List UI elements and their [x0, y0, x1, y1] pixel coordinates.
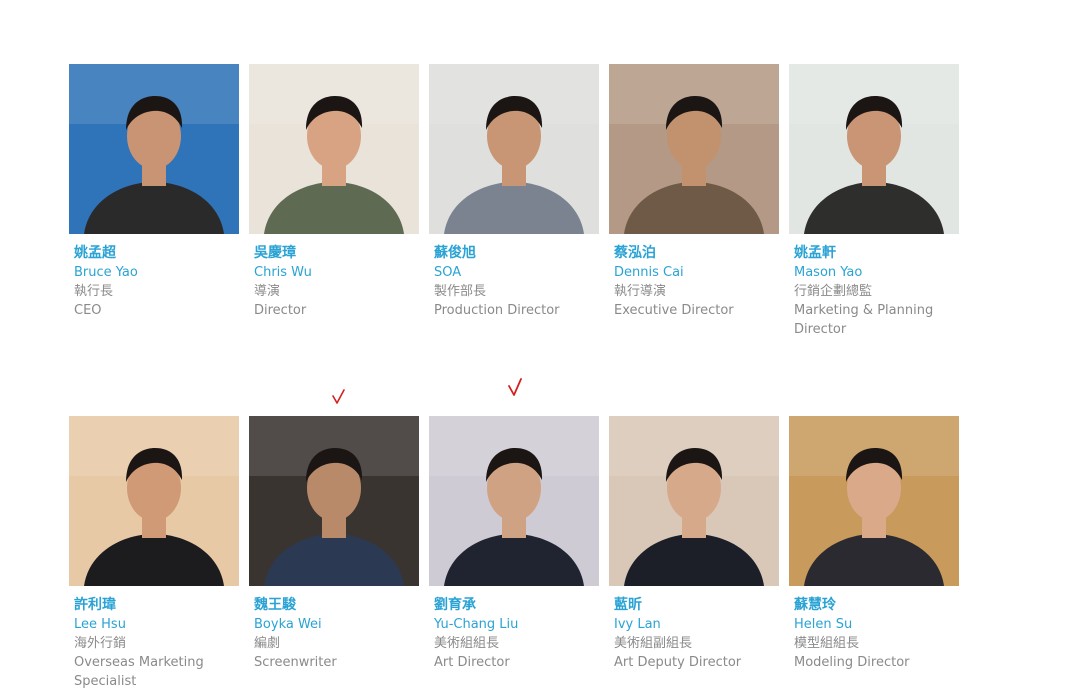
member-info: 蘇俊旭 SOA 製作部長 Production Director — [429, 234, 599, 320]
member-chinese-title: 海外行銷 — [74, 636, 127, 651]
member-english-title: Screenwriter — [254, 655, 337, 670]
team-member-card: 劉育承 Yu-Chang Liu 美術組組長 Art Director — [429, 416, 599, 691]
member-english-name: Boyka Wei — [254, 617, 322, 632]
member-chinese-name: 姚孟超 — [74, 245, 116, 261]
member-chinese-name: 劉育承 — [434, 597, 476, 613]
member-chinese-name: 蔡泓泊 — [614, 245, 656, 261]
member-info: 魏王駿 Boyka Wei 編劇 Screenwriter — [249, 586, 419, 672]
member-english-name: Ivy Lan — [614, 617, 661, 632]
member-info: 許利瑋 Lee Hsu 海外行銷 Overseas Marketing Special… — [69, 586, 239, 691]
member-english-name: Mason Yao — [794, 265, 863, 280]
member-photo — [609, 64, 779, 234]
member-chinese-title: 美術組副組長 — [614, 636, 693, 651]
member-chinese-title: 行銷企劃總監 — [794, 284, 873, 299]
team-member-card: 蘇慧玲 Helen Su 模型組組長 Modeling Director — [789, 416, 959, 691]
member-chinese-title: 執行導演 — [614, 284, 667, 299]
member-english-title: Marketing & Planning Director — [794, 303, 934, 337]
member-chinese-name: 吳慶璋 — [254, 245, 296, 261]
member-photo — [789, 64, 959, 234]
team-member-card: 姚孟軒 Mason Yao 行銷企劃總監 Marketing & Planning D… — [789, 64, 959, 339]
member-english-title: Director — [254, 303, 307, 318]
member-photo — [249, 416, 419, 586]
member-chinese-name: 蘇俊旭 — [434, 245, 476, 261]
member-english-name: Helen Su — [794, 617, 853, 632]
team-member-card: 吳慶璋 Chris Wu 導演 Director — [249, 64, 419, 339]
member-info: 姚孟軒 Mason Yao 行銷企劃總監 Marketing & Planning D… — [789, 234, 959, 339]
member-english-title: CEO — [74, 303, 102, 318]
member-chinese-title: 製作部長 — [434, 284, 487, 299]
team-member-card: 姚孟超 Bruce Yao 執行長 CEO — [69, 64, 239, 339]
member-english-title: Production Director — [434, 303, 560, 318]
member-english-name: SOA — [434, 265, 462, 280]
member-photo — [69, 64, 239, 234]
member-chinese-name: 姚孟軒 — [794, 245, 836, 261]
team-member-card: 魏王駿 Boyka Wei 編劇 Screenwriter — [249, 416, 419, 691]
team-member-card: 蘇俊旭 SOA 製作部長 Production Director — [429, 64, 599, 339]
member-english-name: Bruce Yao — [74, 265, 138, 280]
member-english-name: Dennis Cai — [614, 265, 684, 280]
member-english-name: Chris Wu — [254, 265, 312, 280]
member-info: 蘇慧玲 Helen Su 模型組組長 Modeling Director — [789, 586, 959, 672]
member-chinese-name: 藍昕 — [614, 597, 642, 613]
member-english-name: Yu-Chang Liu — [434, 617, 519, 632]
member-info: 吳慶璋 Chris Wu 導演 Director — [249, 234, 419, 320]
member-photo — [789, 416, 959, 586]
member-photo — [429, 416, 599, 586]
team-member-card: 許利瑋 Lee Hsu 海外行銷 Overseas Marketing Special… — [69, 416, 239, 691]
member-chinese-title: 模型組組長 — [794, 636, 860, 651]
member-chinese-title: 美術組組長 — [434, 636, 500, 651]
member-english-name: Lee Hsu — [74, 617, 126, 632]
member-english-title: Art Director — [434, 655, 510, 670]
team-page: 姚孟超 Bruce Yao 執行長 CEO 吳慶璋 Chris Wu 導演 Director 蘇… — [0, 0, 1066, 698]
member-english-title: Modeling Director — [794, 655, 910, 670]
team-row-1: 姚孟超 Bruce Yao 執行長 CEO 吳慶璋 Chris Wu 導演 Director 蘇… — [69, 64, 959, 339]
member-photo — [609, 416, 779, 586]
team-row-2: 許利瑋 Lee Hsu 海外行銷 Overseas Marketing Special… — [69, 416, 959, 691]
member-chinese-title: 編劇 — [254, 636, 281, 651]
member-english-title: Art Deputy Director — [614, 655, 742, 670]
member-english-title: Overseas Marketing Specialist — [74, 655, 204, 689]
member-chinese-name: 許利瑋 — [74, 597, 116, 613]
member-photo — [249, 64, 419, 234]
member-chinese-title: 執行長 — [74, 284, 114, 299]
member-info: 藍昕 Ivy Lan 美術組副組長 Art Deputy Director — [609, 586, 779, 672]
team-member-card: 蔡泓泊 Dennis Cai 執行導演 Executive Director — [609, 64, 779, 339]
member-chinese-title: 導演 — [254, 284, 281, 299]
member-photo — [429, 64, 599, 234]
member-photo — [69, 416, 239, 586]
member-info: 劉育承 Yu-Chang Liu 美術組組長 Art Director — [429, 586, 599, 672]
member-info: 蔡泓泊 Dennis Cai 執行導演 Executive Director — [609, 234, 779, 320]
member-english-title: Executive Director — [614, 303, 734, 318]
member-chinese-name: 蘇慧玲 — [794, 597, 836, 613]
checkmark-icon — [506, 376, 526, 398]
team-member-card: 藍昕 Ivy Lan 美術組副組長 Art Deputy Director — [609, 416, 779, 691]
checkmark-icon — [330, 388, 350, 410]
member-chinese-name: 魏王駿 — [254, 597, 296, 613]
member-info: 姚孟超 Bruce Yao 執行長 CEO — [69, 234, 239, 320]
